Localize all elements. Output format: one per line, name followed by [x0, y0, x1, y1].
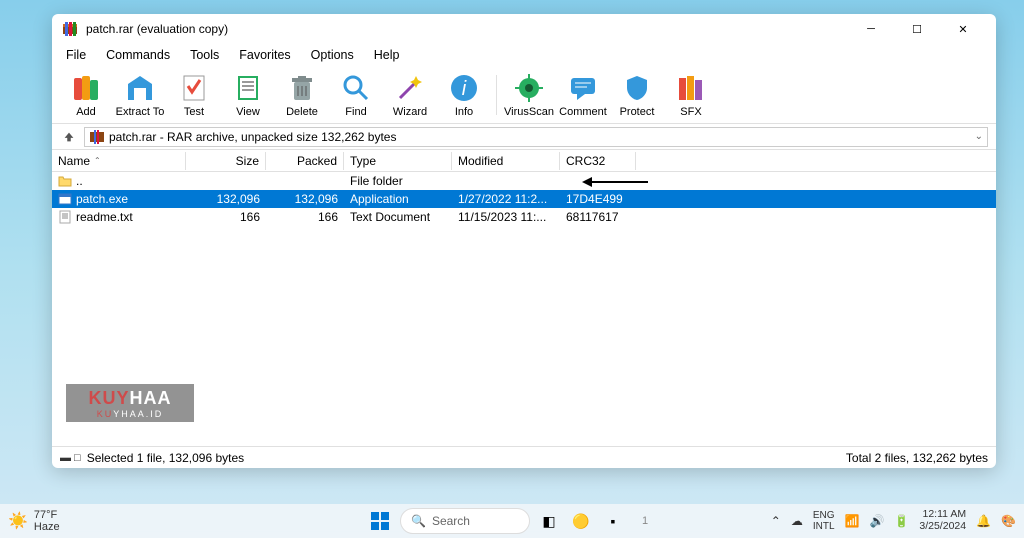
- extract-icon: [124, 72, 156, 104]
- battery-icon[interactable]: 🔋: [894, 514, 909, 528]
- protect-icon: [621, 72, 653, 104]
- clock-button[interactable]: 12:11 AM 3/25/2024: [919, 509, 966, 532]
- comment-icon: [567, 72, 599, 104]
- copilot-button[interactable]: 🟡: [568, 508, 594, 534]
- find-button[interactable]: Find: [330, 70, 382, 120]
- column-crc[interactable]: CRC32: [560, 152, 636, 170]
- menu-commands[interactable]: Commands: [98, 45, 178, 65]
- chevron-down-icon: ⌄: [975, 131, 983, 142]
- taskbar-search[interactable]: 🔍 Search: [400, 508, 530, 534]
- comment-button[interactable]: Comment: [557, 70, 609, 120]
- wifi-icon[interactable]: 📶: [845, 514, 860, 528]
- up-button[interactable]: [60, 128, 78, 146]
- info-icon: i: [448, 72, 480, 104]
- extract-button[interactable]: Extract To: [114, 70, 166, 120]
- menu-help[interactable]: Help: [366, 45, 408, 65]
- test-button[interactable]: Test: [168, 70, 220, 120]
- tray-extra-icon[interactable]: 🎨: [1001, 514, 1016, 528]
- file-row-patch-exe[interactable]: patch.exe 132,096 132,096 Application 1/…: [52, 190, 996, 208]
- menu-bar: File Commands Tools Favorites Options He…: [52, 44, 996, 66]
- toolbar-separator: [496, 75, 497, 115]
- column-name[interactable]: Name⌃: [52, 152, 186, 170]
- archive-icon: [89, 129, 105, 145]
- system-tray: ⌃ ☁ ENG INTL 📶 🔊 🔋 12:11 AM 3/25/2024 🔔 …: [771, 509, 1016, 532]
- tray-onedrive-icon[interactable]: ☁: [791, 514, 803, 528]
- file-list[interactable]: .. File folder patch.exe 132,096 132,096…: [52, 172, 996, 446]
- path-dropdown[interactable]: patch.rar - RAR archive, unpacked size 1…: [84, 127, 988, 147]
- file-row-readme-txt[interactable]: readme.txt 166 166 Text Document 11/15/2…: [52, 208, 996, 226]
- virusscan-button[interactable]: VirusScan: [503, 70, 555, 120]
- sfx-icon: [675, 72, 707, 104]
- wizard-icon: [394, 72, 426, 104]
- column-packed[interactable]: Packed: [266, 152, 344, 170]
- delete-icon: [286, 72, 318, 104]
- winrar-icon: [62, 21, 78, 37]
- sort-asc-icon: ⌃: [94, 156, 101, 165]
- weather-widget[interactable]: ☀️ 77°F Haze: [8, 509, 60, 533]
- close-button[interactable]: ✕: [940, 14, 986, 44]
- find-icon: [340, 72, 372, 104]
- winrar-window: patch.rar (evaluation copy) ─ ☐ ✕ File C…: [52, 14, 996, 468]
- sfx-button[interactable]: SFX: [665, 70, 717, 120]
- info-button[interactable]: i Info: [438, 70, 490, 120]
- txt-icon: [58, 210, 72, 224]
- maximize-button[interactable]: ☐: [894, 14, 940, 44]
- taskbar: ☀️ 77°F Haze 🔍 Search ◧ 🟡 ▪ 1 ⌃ ☁ ENG IN…: [0, 504, 1024, 538]
- pinned-app[interactable]: ▪: [600, 508, 626, 534]
- protect-button[interactable]: Protect: [611, 70, 663, 120]
- svg-text:i: i: [462, 78, 467, 100]
- status-icon: ▬ □: [60, 452, 81, 464]
- path-text: patch.rar - RAR archive, unpacked size 1…: [109, 130, 396, 144]
- status-selected: Selected 1 file, 132,096 bytes: [87, 451, 244, 465]
- start-button[interactable]: [366, 507, 394, 535]
- menu-tools[interactable]: Tools: [182, 45, 227, 65]
- wizard-button[interactable]: Wizard: [384, 70, 436, 120]
- column-modified[interactable]: Modified: [452, 152, 560, 170]
- pinned-app-2[interactable]: 1: [632, 508, 658, 534]
- task-view-button[interactable]: ◧: [536, 508, 562, 534]
- status-total: Total 2 files, 132,262 bytes: [846, 451, 988, 465]
- test-icon: [178, 72, 210, 104]
- column-type[interactable]: Type: [344, 152, 452, 170]
- menu-file[interactable]: File: [58, 45, 94, 65]
- address-bar: patch.rar - RAR archive, unpacked size 1…: [52, 124, 996, 150]
- virusscan-icon: [513, 72, 545, 104]
- toolbar: Add Extract To Test View Delete Find Wiz…: [52, 66, 996, 124]
- folder-icon: [58, 174, 72, 188]
- menu-options[interactable]: Options: [303, 45, 362, 65]
- minimize-button[interactable]: ─: [848, 14, 894, 44]
- add-button[interactable]: Add: [60, 70, 112, 120]
- title-bar: patch.rar (evaluation copy) ─ ☐ ✕: [52, 14, 996, 44]
- delete-button[interactable]: Delete: [276, 70, 328, 120]
- search-icon: 🔍: [411, 514, 426, 528]
- parent-folder-row[interactable]: .. File folder: [52, 172, 996, 190]
- add-icon: [70, 72, 102, 104]
- language-button[interactable]: ENG INTL: [813, 510, 835, 532]
- weather-icon: ☀️: [8, 511, 28, 531]
- column-size[interactable]: Size: [186, 152, 266, 170]
- view-icon: [232, 72, 264, 104]
- exe-icon: [58, 192, 72, 206]
- status-bar: ▬ □ Selected 1 file, 132,096 bytes Total…: [52, 446, 996, 468]
- watermark: KUYHAA KUYHAA.ID: [66, 384, 194, 422]
- window-title: patch.rar (evaluation copy): [86, 22, 848, 36]
- tray-chevron-icon[interactable]: ⌃: [771, 514, 781, 528]
- menu-favorites[interactable]: Favorites: [231, 45, 298, 65]
- file-list-header: Name⌃ Size Packed Type Modified CRC32: [52, 150, 996, 172]
- volume-icon[interactable]: 🔊: [869, 514, 884, 528]
- notifications-icon[interactable]: 🔔: [976, 514, 991, 528]
- view-button[interactable]: View: [222, 70, 274, 120]
